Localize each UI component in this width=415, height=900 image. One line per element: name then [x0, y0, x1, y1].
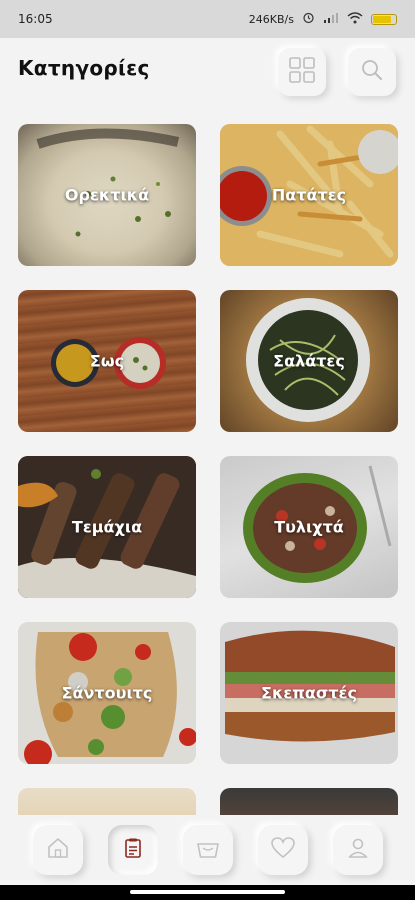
- nav-favorites-button[interactable]: [258, 825, 308, 875]
- status-time: 16:05: [18, 12, 53, 26]
- category-label: Πατάτες: [271, 185, 347, 205]
- signal-icon: [323, 12, 339, 27]
- network-speed: 246KB/s: [248, 12, 294, 26]
- nav-home-button[interactable]: [33, 825, 83, 875]
- category-label: Τεμάχια: [71, 517, 143, 537]
- nav-categories-button[interactable]: [108, 825, 158, 875]
- category-card-fries[interactable]: Πατάτες: [220, 124, 398, 266]
- page-title: Κατηγορίες: [18, 56, 150, 80]
- category-label: Σάντουιτς: [61, 683, 153, 703]
- category-label: Τυλιχτά: [274, 517, 344, 537]
- grid-icon: [288, 56, 316, 88]
- profile-icon: [346, 836, 370, 864]
- status-icons: 246KB/s: [249, 11, 397, 27]
- category-card-partial-right[interactable]: [220, 788, 398, 815]
- home-icon: [46, 836, 70, 864]
- menu-list-icon: [121, 836, 145, 864]
- wifi-icon: [347, 11, 363, 27]
- search-icon: [360, 58, 384, 86]
- category-card-partial-left[interactable]: [18, 788, 196, 815]
- bottom-navigation: [0, 815, 415, 885]
- category-card-appetizers[interactable]: Ορεκτικά: [18, 124, 196, 266]
- basket-icon: [195, 836, 221, 864]
- category-grid: Ορεκτικά Πατάτες Σως Σαλάτες Τεμάχια Τυλ…: [0, 108, 415, 815]
- category-card-sandwiches[interactable]: Σάντουιτς: [18, 622, 196, 764]
- battery-icon: [371, 13, 397, 25]
- category-card-salads[interactable]: Σαλάτες: [220, 290, 398, 432]
- category-label: Σως: [89, 351, 125, 371]
- category-card-covered-pies[interactable]: Σκεπαστές: [220, 622, 398, 764]
- alarm-icon: [302, 11, 315, 27]
- home-indicator[interactable]: [130, 890, 285, 894]
- nav-basket-button[interactable]: [183, 825, 233, 875]
- category-card-sauces[interactable]: Σως: [18, 290, 196, 432]
- heart-icon: [270, 836, 296, 864]
- category-card-wraps[interactable]: Τυλιχτά: [220, 456, 398, 598]
- battery-fill: [373, 15, 392, 23]
- nav-profile-button[interactable]: [333, 825, 383, 875]
- search-button[interactable]: [348, 48, 396, 96]
- app-header: Κατηγορίες: [0, 38, 415, 108]
- grid-view-button[interactable]: [278, 48, 326, 96]
- category-label: Ορεκτικά: [64, 185, 150, 205]
- category-card-pieces[interactable]: Τεμάχια: [18, 456, 196, 598]
- category-label: Σαλάτες: [273, 351, 345, 371]
- status-bar: 16:05 246KB/s: [0, 0, 415, 38]
- system-gesture-bar: [0, 885, 415, 900]
- category-label: Σκεπαστές: [261, 683, 357, 703]
